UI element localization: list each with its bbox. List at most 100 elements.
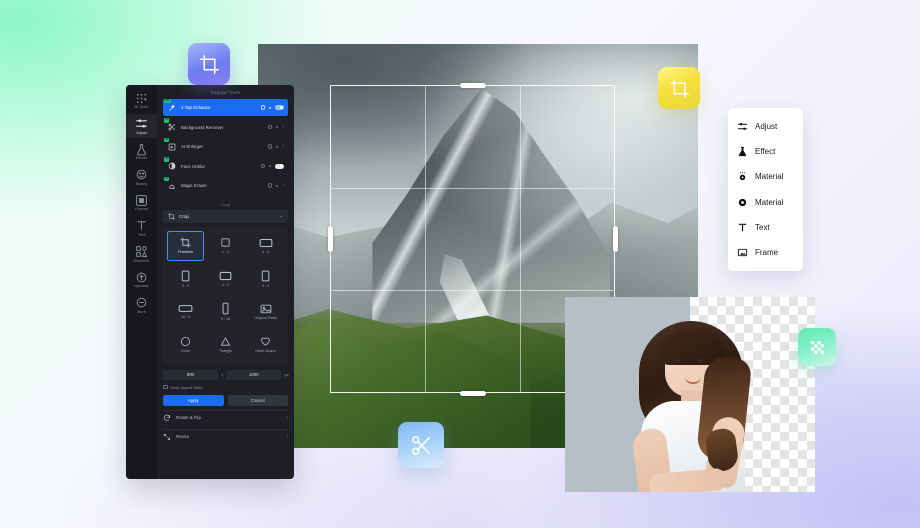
sidebar-item-elements[interactable]: Elements bbox=[126, 242, 157, 267]
keep-aspect-ratio-row[interactable]: Keep Aspect Ratio bbox=[163, 385, 288, 390]
chevron-right-icon[interactable]: › bbox=[282, 183, 284, 188]
ratio-option-triangle[interactable]: Triangle bbox=[207, 330, 244, 360]
keep-aspect-ratio-checkbox[interactable] bbox=[163, 384, 168, 390]
crop-badge-purple[interactable] bbox=[188, 43, 230, 85]
menu-label: Material bbox=[755, 172, 784, 182]
ratio-label: 1 : 1 bbox=[221, 250, 230, 254]
resize-label: Resize bbox=[176, 434, 190, 439]
ratio-label: 4 : 3 bbox=[221, 282, 230, 287]
tool-toggle[interactable] bbox=[275, 105, 284, 110]
crop-height-input[interactable] bbox=[226, 369, 282, 380]
flask-icon bbox=[135, 143, 148, 156]
crop-badge-yellow[interactable] bbox=[658, 67, 700, 109]
crop-handle-bottom[interactable] bbox=[459, 390, 486, 396]
chevron-right-icon[interactable]: › bbox=[282, 144, 284, 149]
landscape-icon bbox=[259, 238, 273, 248]
editor-stage: AI Tools Adjust Effects Beauty Frames Te… bbox=[0, 0, 920, 528]
sidebar-item-beauty[interactable]: Beauty bbox=[126, 165, 157, 190]
tool-badge: AI bbox=[164, 118, 170, 123]
tool-row-ai-enlarger[interactable]: AI AI Enlarger › bbox=[163, 137, 288, 155]
contrast-icon: AI bbox=[164, 157, 177, 172]
sidebar-item-uploads[interactable]: Uploads bbox=[126, 267, 157, 292]
cancel-button[interactable]: Cancel bbox=[227, 394, 288, 406]
info-icon[interactable] bbox=[267, 183, 273, 188]
tool-dot bbox=[276, 184, 279, 187]
crop-gridline-vertical-1 bbox=[424, 85, 426, 393]
rotate-icon bbox=[163, 414, 171, 422]
magic-wand-icon: HD bbox=[164, 98, 177, 113]
sidebar-label: Adjust bbox=[136, 130, 147, 135]
info-icon[interactable] bbox=[267, 124, 273, 130]
crop-size-row: × px bbox=[163, 369, 289, 380]
sidebar-label: Uploads bbox=[134, 284, 149, 289]
resize-row[interactable]: Resize › bbox=[163, 428, 288, 444]
menu-item-effect[interactable]: Effect bbox=[728, 140, 803, 162]
ratio-option-1-1[interactable]: 1 : 1 bbox=[207, 231, 244, 261]
ratio-option-freeform[interactable]: Freeform bbox=[167, 230, 204, 261]
ratio-option-3-4[interactable]: 3 : 4 bbox=[247, 264, 284, 294]
tool-row-magic-eraser[interactable]: AI Magic Eraser › bbox=[163, 176, 288, 194]
tool-toggle[interactable] bbox=[275, 163, 284, 169]
sidebar-label: Effects bbox=[135, 156, 148, 161]
heart-icon bbox=[260, 336, 271, 347]
tool-dot bbox=[276, 126, 279, 128]
sidebar-item-frames[interactable]: Frames bbox=[126, 190, 157, 215]
transparency-badge-green[interactable] bbox=[798, 328, 836, 366]
sidebar-label: Elements bbox=[133, 258, 150, 263]
crop-handle-right[interactable] bbox=[612, 226, 618, 252]
portrait-icon bbox=[181, 270, 190, 282]
sliders-icon bbox=[737, 121, 748, 132]
sidebar-item-effects[interactable]: Effects bbox=[126, 139, 157, 164]
menu-label: Effect bbox=[755, 146, 776, 156]
chevron-right-icon[interactable]: › bbox=[282, 124, 284, 130]
ratio-option-4-3[interactable]: 4 : 3 bbox=[207, 264, 244, 294]
sidebar-rail: AI Tools Adjust Effects Beauty Frames Te… bbox=[126, 85, 157, 479]
crop-gridline-horizontal-2 bbox=[330, 290, 615, 292]
menu-item-frame[interactable]: Frame bbox=[728, 242, 803, 264]
portrait-tall-icon bbox=[261, 270, 270, 282]
sidebar-item-more[interactable]: More bbox=[126, 293, 157, 318]
ring-icon bbox=[737, 197, 748, 208]
ratio-option-9-16[interactable]: 9 : 16 bbox=[207, 297, 244, 327]
menu-label: Material bbox=[755, 197, 784, 207]
info-icon[interactable] bbox=[260, 163, 265, 169]
tool-dot bbox=[269, 106, 271, 109]
crop-gridline-vertical-2 bbox=[519, 85, 521, 393]
sidebar-item-adjust[interactable]: Adjust bbox=[126, 113, 157, 139]
tool-badge: HD bbox=[164, 98, 171, 104]
sliders-icon bbox=[135, 117, 148, 130]
ratio-option-circle[interactable]: Circle bbox=[167, 330, 204, 360]
sidebar-item-text[interactable]: Text bbox=[126, 216, 157, 241]
crop-width-input[interactable] bbox=[163, 369, 218, 380]
sidebar-item-ai-tools[interactable]: AI Tools bbox=[126, 88, 157, 113]
menu-item-text[interactable]: Text bbox=[728, 217, 803, 239]
crop-handle-left[interactable] bbox=[327, 226, 333, 252]
floating-context-menu: Adjust Effect Material Material Text Fra… bbox=[728, 108, 803, 271]
tool-row-face-unblur[interactable]: AI Face Unblur bbox=[163, 157, 288, 175]
apply-button[interactable]: Apply bbox=[163, 394, 224, 406]
tool-row-background-remover[interactable]: AI Background Remover › bbox=[163, 118, 288, 136]
ratio-option-2-3[interactable]: 2 : 3 bbox=[167, 264, 204, 294]
tool-label: Background Remover bbox=[181, 124, 224, 130]
chevron-down-icon: ⌄ bbox=[279, 213, 283, 218]
menu-item-material-1[interactable]: Material bbox=[728, 166, 803, 188]
ratio-option-16-9[interactable]: 16 : 9 bbox=[167, 297, 204, 327]
editor-panel: AI Tools Adjust Effects Beauty Frames Te… bbox=[126, 85, 294, 479]
rotate-and-flip-row[interactable]: Rotate & Flip › bbox=[163, 409, 288, 425]
ratio-option-heart-shape[interactable]: Heart-shape bbox=[247, 330, 284, 360]
ratio-option-3-2[interactable]: 3 : 2 bbox=[247, 231, 284, 261]
scissors-badge-blue[interactable] bbox=[398, 422, 444, 468]
image-icon bbox=[260, 304, 272, 314]
ratio-option-original-ratio[interactable]: Original Ratio bbox=[247, 297, 284, 327]
crop-handle-top[interactable] bbox=[459, 82, 486, 88]
portrait-photo-card[interactable] bbox=[565, 297, 815, 492]
crop-mode-dropdown[interactable]: Crop ⌄ bbox=[163, 209, 288, 223]
tool-row-1-tap-enhance[interactable]: HD 1-Tap Enhance bbox=[163, 98, 288, 116]
ratio-label: 3 : 2 bbox=[261, 249, 270, 254]
wide-icon bbox=[178, 304, 193, 313]
info-icon[interactable] bbox=[267, 144, 273, 149]
size-unit-label: px bbox=[284, 372, 289, 377]
menu-item-material-2[interactable]: Material bbox=[728, 191, 803, 213]
menu-item-adjust[interactable]: Adjust bbox=[728, 115, 803, 137]
info-icon[interactable] bbox=[260, 105, 265, 110]
